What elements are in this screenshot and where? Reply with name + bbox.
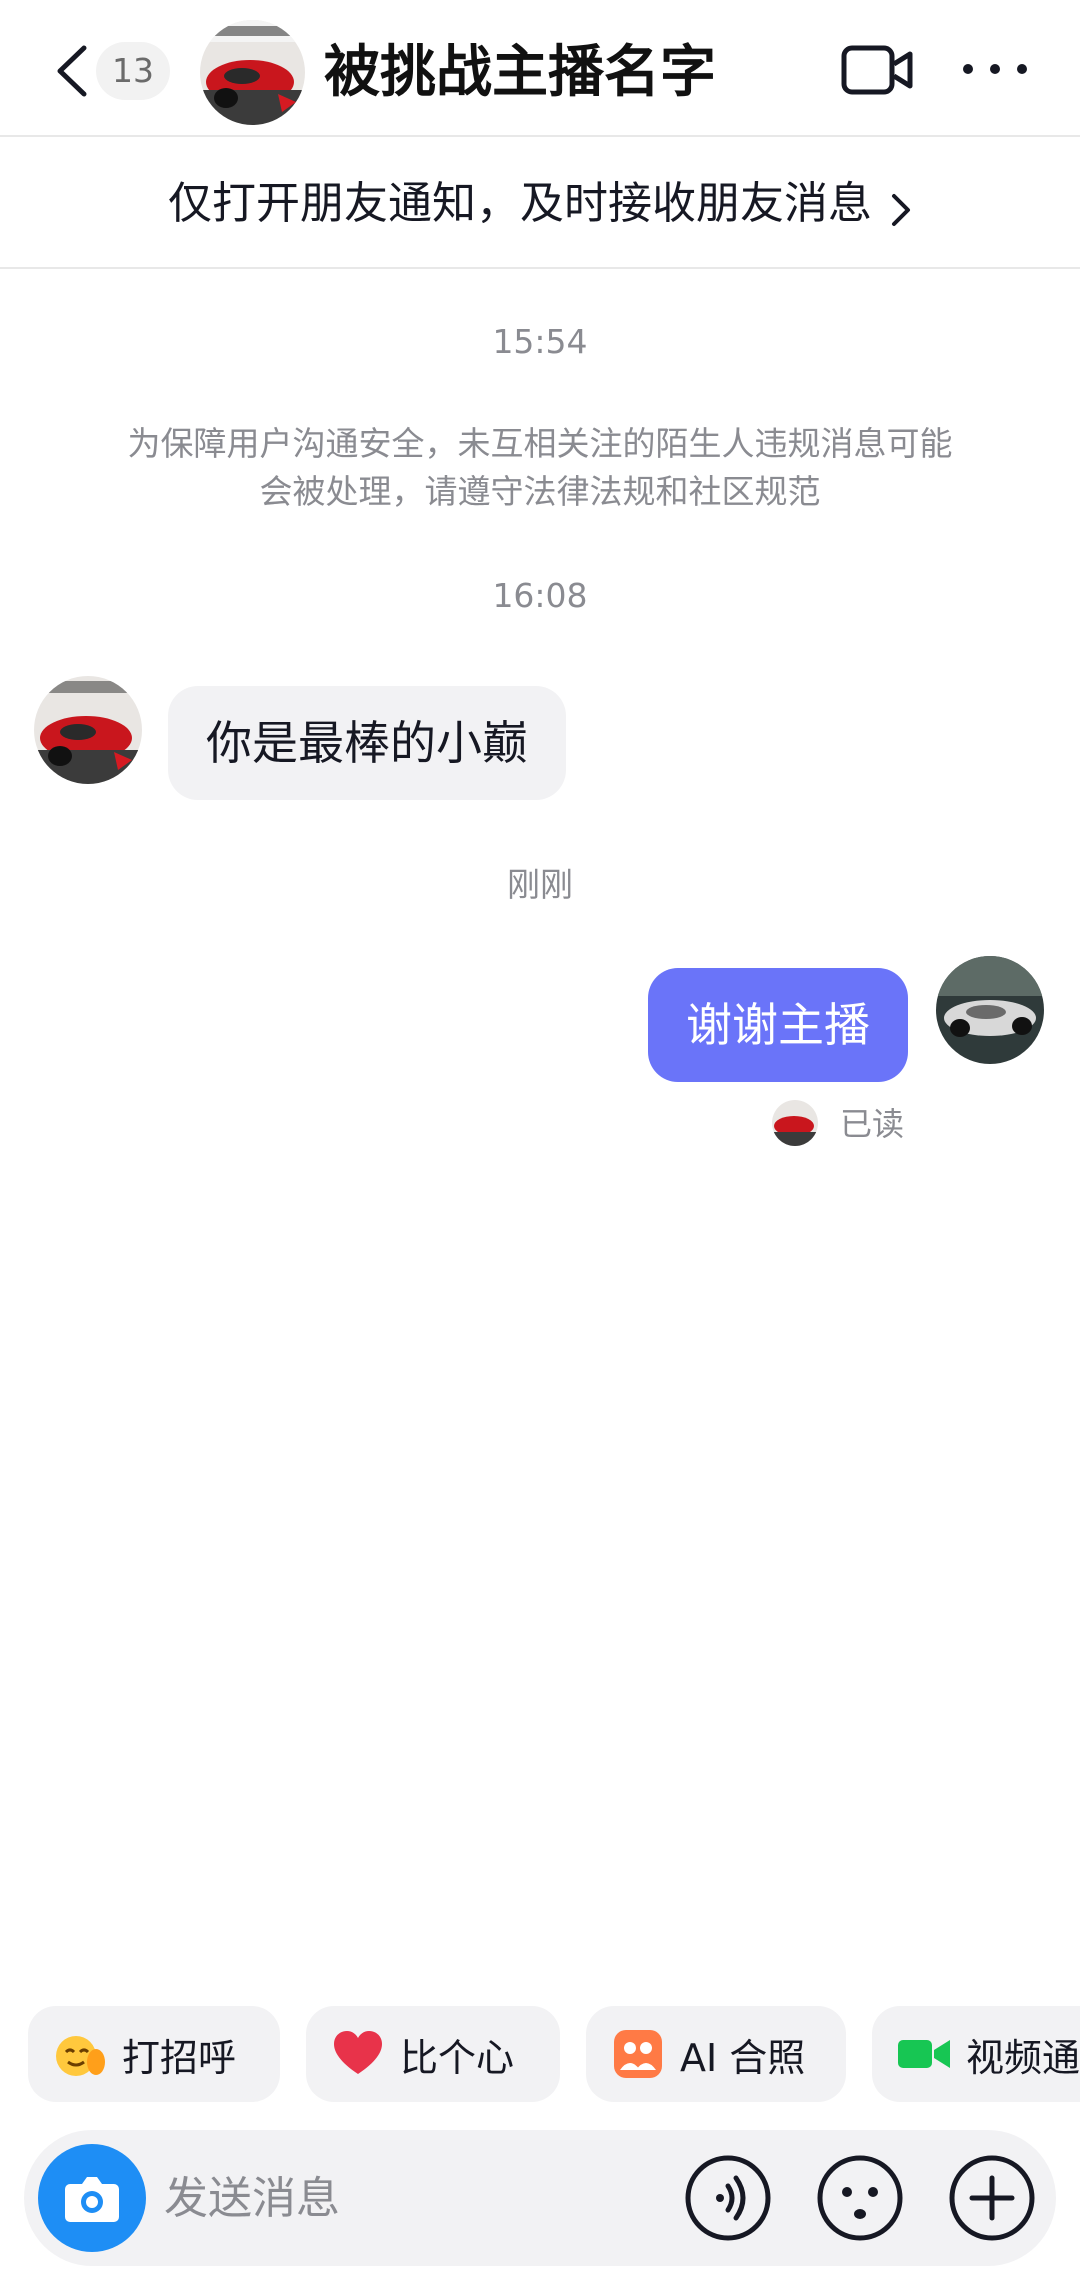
read-receipt-avatar (772, 1100, 818, 1146)
camera-icon (65, 2177, 119, 2222)
safety-notice: 为保障用户沟通安全，未互相关注的陌生人违规消息可能会被处理，请遵守法律法规和社区… (127, 424, 953, 511)
outgoing-message-bubble[interactable]: 谢谢主播 (648, 968, 908, 1082)
read-status: 已读 (840, 1105, 905, 1143)
heart-icon (334, 2031, 382, 2074)
ai-photo-icon (614, 2030, 662, 2078)
back-arrow-icon[interactable] (44, 36, 104, 106)
more-options-icon[interactable] (960, 52, 1030, 86)
chip-label: 视频通话 (966, 2035, 1080, 2080)
message-composer (24, 2130, 1056, 2266)
quick-actions-bar: 打招呼 比个心 AI 合照 视频通话 (0, 2006, 1080, 2102)
contact-avatar[interactable] (200, 20, 305, 125)
camera-button[interactable] (38, 2144, 146, 2252)
chip-label: 比个心 (400, 2035, 515, 2080)
timestamp: 刚刚 (507, 865, 573, 904)
timestamp: 15:54 (492, 322, 588, 361)
sender-avatar[interactable] (34, 676, 142, 784)
emoji-icon[interactable] (816, 2154, 904, 2242)
video-call-icon[interactable] (840, 42, 914, 98)
chip-label: 打招呼 (122, 2035, 237, 2080)
unread-count-badge: 13 (96, 42, 170, 100)
chip-ai-photo[interactable]: AI 合照 (586, 2006, 846, 2102)
chevron-right-icon (892, 193, 910, 226)
add-more-icon[interactable] (948, 2154, 1036, 2242)
chip-say-hi[interactable]: 打招呼 (28, 2006, 280, 2102)
chat-screen: 13 被挑战主播名字 仅打开朋友通知，及时接收朋友消息 15:54 为保障用户沟… (0, 0, 1080, 2296)
timestamp: 16:08 (492, 576, 588, 615)
chat-title: 被挑战主播名字 (324, 40, 716, 105)
message-input[interactable] (164, 2130, 684, 2266)
wave-hand-icon (56, 2036, 105, 2076)
chat-header: 13 被挑战主播名字 (0, 0, 1080, 137)
my-avatar[interactable] (936, 956, 1044, 1064)
notification-bar-text: 仅打开朋友通知，及时接收朋友消息 (168, 178, 872, 229)
chip-label: AI 合照 (680, 2035, 806, 2080)
video-call-icon (898, 2040, 950, 2068)
incoming-message-bubble[interactable]: 你是最棒的小巅 (168, 686, 566, 800)
friend-notification-bar[interactable]: 仅打开朋友通知，及时接收朋友消息 (0, 139, 1080, 269)
voice-input-icon[interactable] (684, 2154, 772, 2242)
chip-video-call[interactable]: 视频通话 (872, 2006, 1080, 2102)
chip-send-heart[interactable]: 比个心 (306, 2006, 560, 2102)
